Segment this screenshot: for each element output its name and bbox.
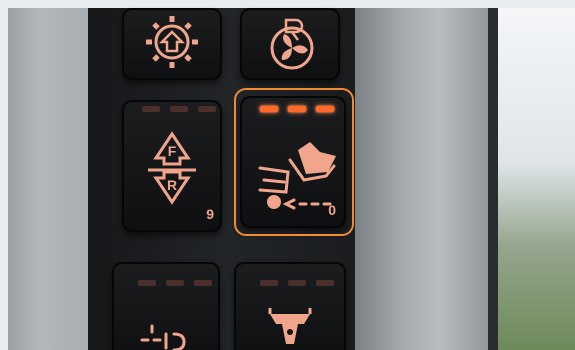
pillar-edge [488,8,498,350]
hitch-button[interactable] [234,262,346,350]
cab-pillar [355,8,495,350]
window-view [498,8,575,350]
highlight-frame [234,88,354,236]
cab-console-scene: F R 9 0 [0,0,575,350]
implement-icon [140,324,186,350]
fan-reverse-icon [270,18,314,70]
gear-button[interactable] [122,8,222,80]
photo-border [0,0,8,350]
implement-button[interactable] [112,262,220,350]
svg-text:R: R [167,177,177,193]
gear-up-arrow-icon [146,16,198,68]
svg-text:F: F [168,143,177,159]
photo-border [0,0,575,8]
cab-wall-panel [8,8,92,350]
hitch-icon [268,308,312,344]
fan-reverse-button[interactable] [240,8,340,80]
button-counter: 9 [206,206,214,222]
forward-reverse-button[interactable]: F R 9 [122,100,222,232]
